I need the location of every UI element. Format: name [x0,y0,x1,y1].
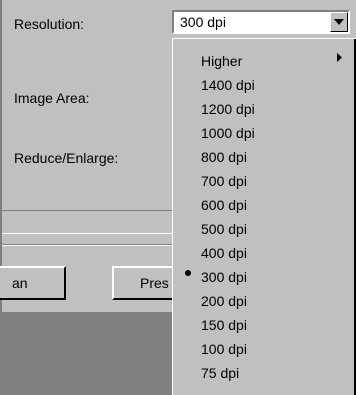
resolution-select[interactable]: 300 dpi [172,10,350,34]
scan-button[interactable]: an [0,266,66,300]
chevron-down-icon [334,19,344,25]
menu-item-700-dpi[interactable]: 700 dpi [201,169,247,193]
menu-item-1400-dpi[interactable]: 1400 dpi [201,73,255,97]
image-area-field [2,210,174,234]
resolution-select-value: 300 dpi [180,14,226,30]
resolution-label: Resolution: [14,16,85,32]
menu-item-100-dpi[interactable]: 100 dpi [201,337,247,361]
menu-item-200-dpi[interactable]: 200 dpi [201,289,247,313]
bullet-icon [185,270,191,276]
reduce-enlarge-label: Reduce/Enlarge: [14,150,119,166]
menu-item-higher[interactable]: Higher [201,49,242,73]
image-area-label: Image Area: [14,90,90,106]
separator [2,244,174,246]
preview-button-label: Pres [140,275,169,291]
resolution-dropdown-menu: Higher 1400 dpi 1200 dpi 1000 dpi 800 dp… [172,38,356,395]
menu-item-800-dpi[interactable]: 800 dpi [201,145,247,169]
scanner-settings-panel: Resolution: Image Area: Reduce/Enlarge: … [0,0,356,395]
resolution-dropdown-button[interactable] [330,12,348,32]
menu-item-300-dpi[interactable]: 300 dpi [201,265,247,289]
menu-item-400-dpi[interactable]: 400 dpi [201,241,247,265]
chevron-right-icon [337,53,342,62]
menu-item-500-dpi[interactable]: 500 dpi [201,217,247,241]
menu-item-150-dpi[interactable]: 150 dpi [201,313,247,337]
menu-item-1200-dpi[interactable]: 1200 dpi [201,97,255,121]
menu-item-1000-dpi[interactable]: 1000 dpi [201,121,255,145]
menu-item-600-dpi[interactable]: 600 dpi [201,193,247,217]
menu-item-75-dpi[interactable]: 75 dpi [201,361,239,385]
scan-button-label: an [12,275,28,291]
